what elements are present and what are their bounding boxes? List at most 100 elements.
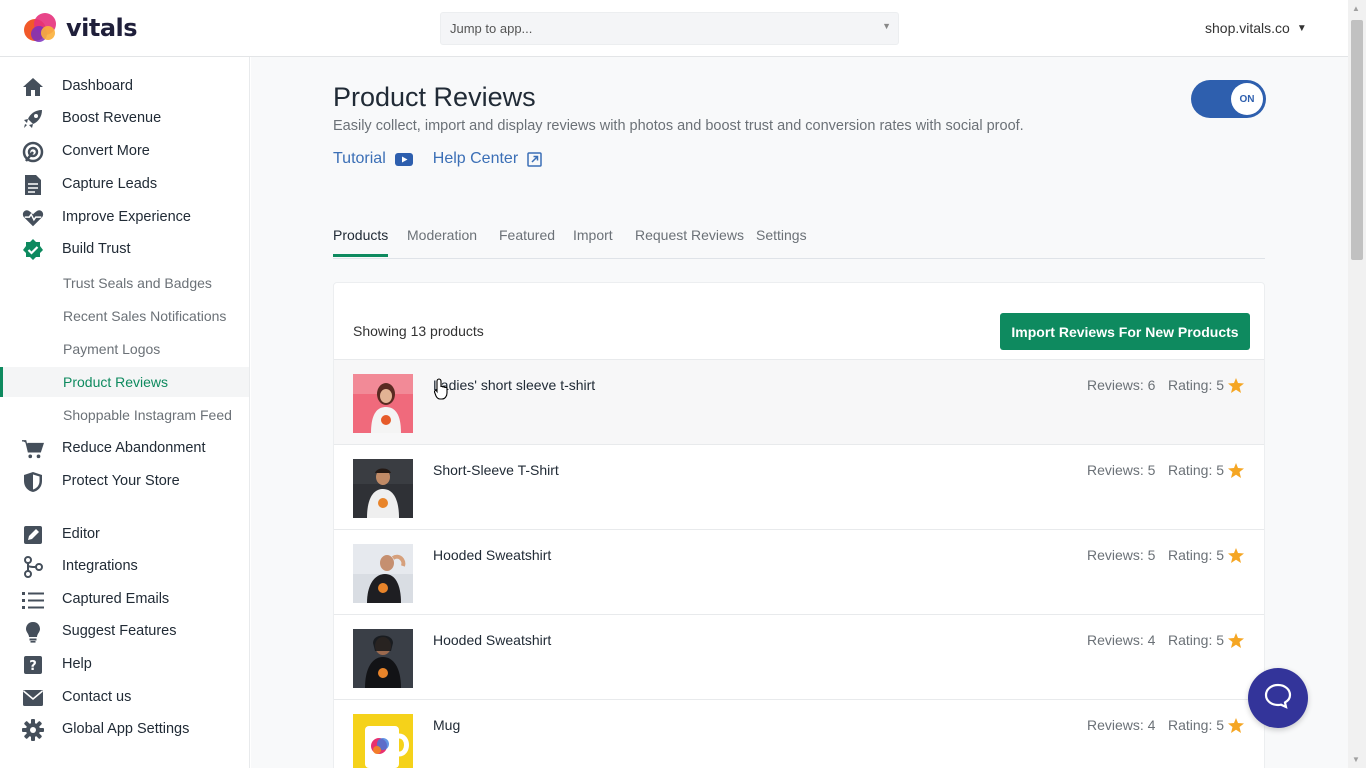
review-count: Reviews: 4 [1087, 632, 1156, 648]
sidebar-subitem-label: Recent Sales Notifications [63, 308, 227, 324]
sidebar-item-contact-us[interactable]: Contact us [0, 682, 249, 712]
page-subtitle: Easily collect, import and display revie… [333, 118, 1024, 134]
table-row[interactable]: Hooded Sweatshirt Reviews: 4 Rating: 5 [334, 614, 1264, 699]
scrollbar-thumb[interactable] [1351, 20, 1363, 260]
main-content: Product Reviews Easily collect, import a… [251, 57, 1348, 768]
tab-settings[interactable]: Settings [756, 227, 807, 257]
sidebar-subitem-label: Payment Logos [63, 341, 161, 357]
sidebar-item-label: Global App Settings [62, 721, 190, 737]
sidebar-item-build-trust[interactable]: Build Trust [0, 234, 249, 264]
sidebar-item-suggest-features[interactable]: Suggest Features [0, 616, 249, 646]
chat-bubble-icon [1264, 683, 1292, 714]
product-name[interactable]: Ladies' short sleeve t-shirt [433, 377, 595, 393]
sidebar-item-improve-experience[interactable]: Improve Experience [0, 202, 249, 232]
star-icon [1228, 377, 1245, 393]
youtube-icon [394, 152, 413, 166]
sidebar-item-help[interactable]: ? Help [0, 649, 249, 679]
rating: Rating: 5 [1168, 547, 1245, 563]
product-name[interactable]: Hooded Sweatshirt [433, 632, 551, 648]
table-row[interactable]: Hooded Sweatshirt Reviews: 5 Rating: 5 [334, 529, 1264, 614]
table-row[interactable]: Short-Sleeve T-Shirt Reviews: 5 Rating: … [334, 444, 1264, 529]
product-thumbnail[interactable] [353, 629, 413, 688]
sidebar-item-label: Capture Leads [62, 176, 158, 192]
sidebar-item-convert-more[interactable]: Convert More [0, 136, 249, 166]
sidebar-subitem-instagram-feed[interactable]: Shoppable Instagram Feed [0, 400, 249, 430]
jump-to-app-input[interactable] [441, 13, 898, 44]
jump-to-app-select[interactable]: ▼ [440, 12, 899, 45]
table-row[interactable]: Ladies' short sleeve t-shirt Reviews: 6 … [334, 359, 1264, 444]
rating: Rating: 5 [1168, 632, 1245, 648]
toggle-knob: ON [1231, 83, 1263, 115]
help-links: Tutorial Help Center [333, 150, 562, 168]
tab-featured[interactable]: Featured [499, 227, 555, 257]
tab-moderation[interactable]: Moderation [407, 227, 477, 257]
product-thumbnail[interactable] [353, 374, 413, 433]
chevron-down-icon: ▼ [882, 21, 891, 31]
sidebar-item-label: Reduce Abandonment [62, 440, 206, 456]
question-icon: ? [22, 654, 44, 676]
sidebar-item-global-settings[interactable]: Global App Settings [0, 714, 249, 744]
external-link-icon [527, 151, 542, 167]
sidebar-item-protect-store[interactable]: Protect Your Store [0, 466, 249, 496]
scroll-down-arrow-icon[interactable]: ▼ [1352, 755, 1360, 764]
rating-value: Rating: 5 [1168, 717, 1225, 733]
envelope-icon [22, 687, 44, 709]
help-center-link-label: Help Center [432, 150, 519, 167]
sidebar-item-label: Build Trust [62, 241, 131, 257]
vitals-logo[interactable]: vitals [22, 9, 138, 47]
sidebar-item-editor[interactable]: Editor [0, 519, 249, 549]
sidebar-item-dashboard[interactable]: Dashboard [0, 71, 249, 101]
product-name[interactable]: Hooded Sweatshirt [433, 547, 551, 563]
product-thumbnail[interactable] [353, 714, 413, 768]
lightbulb-icon [22, 621, 44, 643]
gear-icon [22, 719, 44, 741]
chat-launcher-button[interactable] [1248, 668, 1308, 728]
rating: Rating: 5 [1168, 462, 1245, 478]
review-count: Reviews: 6 [1087, 377, 1156, 393]
product-name[interactable]: Short-Sleeve T-Shirt [433, 462, 559, 478]
cart-icon [22, 438, 44, 460]
sidebar-subitem-recent-sales[interactable]: Recent Sales Notifications [0, 301, 249, 331]
top-bar: vitals ▼ shop.vitals.co ▼ [0, 0, 1348, 57]
sidebar-item-captured-emails[interactable]: Captured Emails [0, 584, 249, 614]
sidebar-item-boost-revenue[interactable]: Boost Revenue [0, 103, 249, 133]
sidebar-item-label: Captured Emails [62, 591, 170, 607]
sidebar-item-label: Integrations [62, 558, 138, 574]
rating-value: Rating: 5 [1168, 632, 1225, 648]
tab-import[interactable]: Import [573, 227, 613, 257]
tab-products[interactable]: Products [333, 227, 389, 257]
sidebar-item-label: Dashboard [62, 78, 133, 94]
caret-down-icon: ▼ [1296, 22, 1307, 34]
page-scrollbar[interactable]: ▲ ▼ [1348, 0, 1366, 768]
product-thumbnail[interactable] [353, 544, 413, 603]
rating-value: Rating: 5 [1168, 462, 1225, 478]
product-thumbnail[interactable] [353, 459, 413, 518]
star-icon [1228, 462, 1245, 478]
sidebar-item-label: Editor [62, 526, 100, 542]
sidebar-subitem-payment-logos[interactable]: Payment Logos [0, 334, 249, 364]
sidebar-item-integrations[interactable]: Integrations [0, 551, 249, 581]
import-reviews-button[interactable]: Import Reviews For New Products [1000, 313, 1250, 350]
product-name[interactable]: Mug [433, 717, 460, 733]
review-count: Reviews: 5 [1087, 462, 1156, 478]
page-title: Product Reviews [333, 82, 536, 112]
sidebar-subitem-trust-seals[interactable]: Trust Seals and Badges [0, 268, 249, 298]
rocket-icon [22, 108, 44, 130]
list-icon [22, 589, 44, 611]
table-row[interactable]: Mug Reviews: 4 Rating: 5 [334, 699, 1264, 768]
sidebar-subitem-product-reviews[interactable]: Product Reviews [0, 367, 249, 397]
help-center-link[interactable]: Help Center [433, 150, 542, 168]
heartbeat-icon [22, 207, 44, 229]
sidebar-item-reduce-abandonment[interactable]: Reduce Abandonment [0, 433, 249, 463]
sidebar-item-label: Contact us [62, 689, 132, 705]
scroll-up-arrow-icon[interactable]: ▲ [1352, 4, 1360, 13]
sidebar-item-capture-leads[interactable]: Capture Leads [0, 169, 249, 199]
svg-text:?: ? [29, 659, 37, 674]
shop-selector[interactable]: shop.vitals.co ▼ [1205, 20, 1307, 36]
edit-icon [22, 524, 44, 546]
tab-request-reviews[interactable]: Request Reviews [635, 227, 744, 257]
target-icon [22, 141, 44, 163]
tutorial-link[interactable]: Tutorial [333, 150, 413, 168]
star-icon [1228, 717, 1245, 733]
app-enable-toggle[interactable]: ON [1191, 80, 1266, 118]
